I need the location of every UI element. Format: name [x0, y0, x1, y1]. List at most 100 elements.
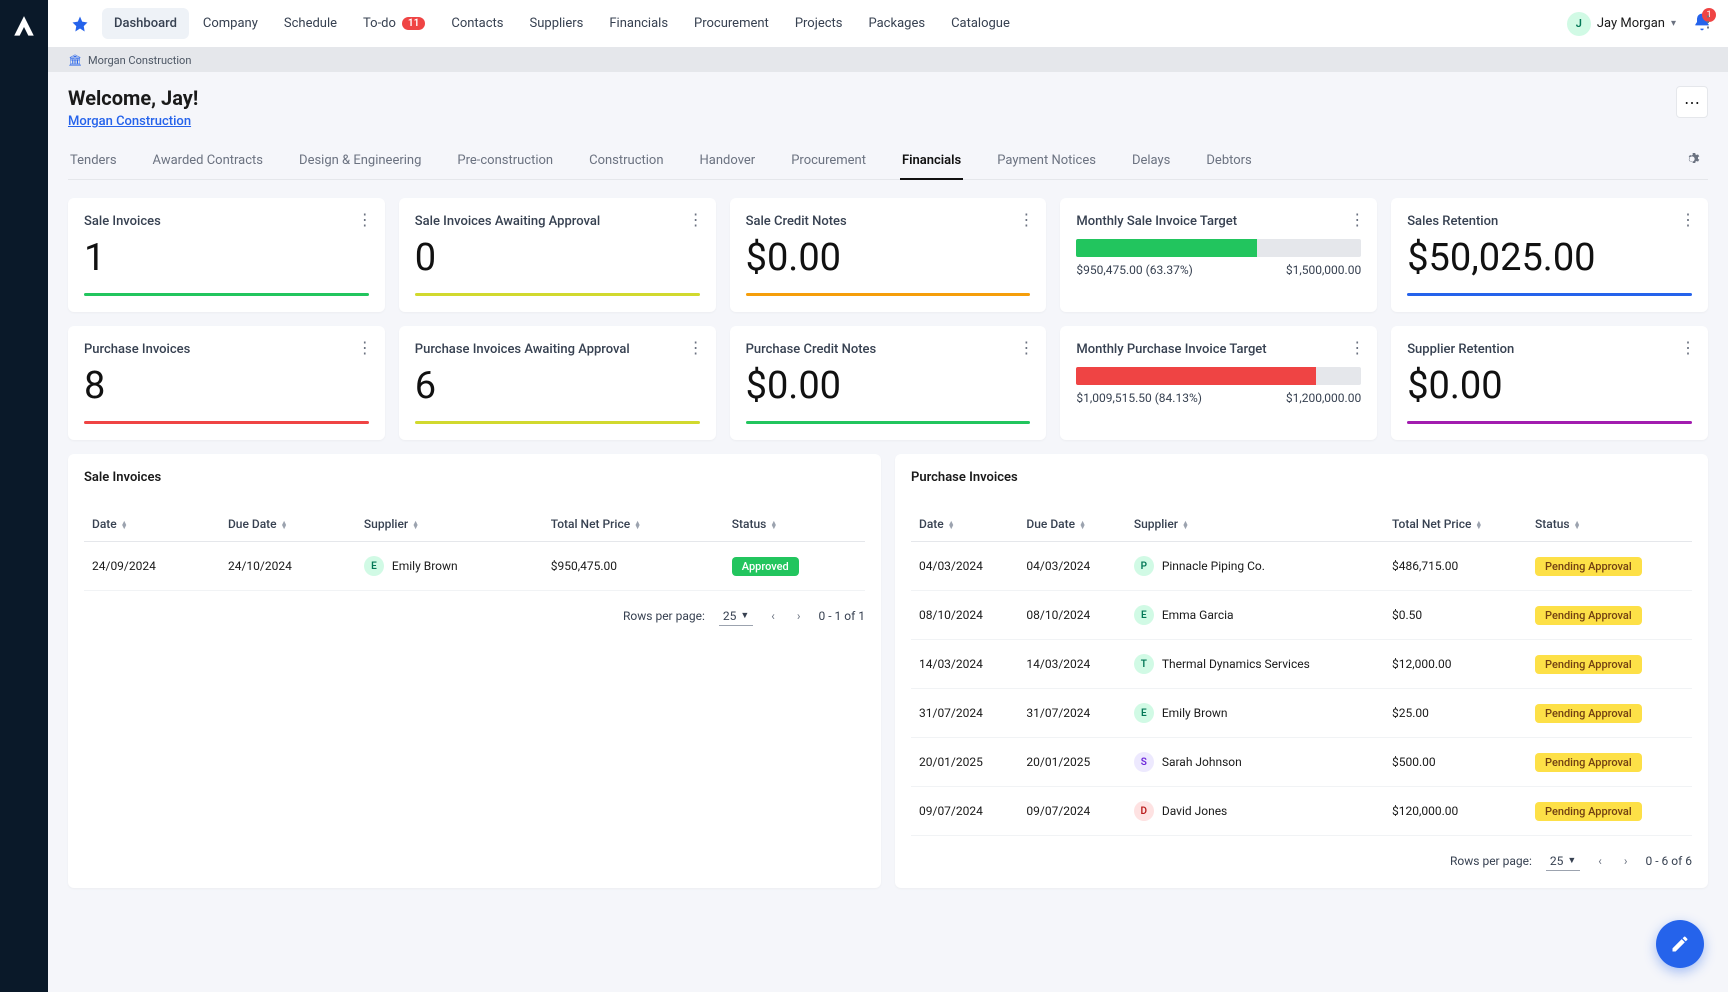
- progress-right: $1,500,000.00: [1286, 263, 1361, 277]
- nav-to-do[interactable]: To-do11: [351, 8, 437, 39]
- tab-debtors[interactable]: Debtors: [1204, 143, 1253, 180]
- card-menu[interactable]: ⋮: [1018, 210, 1034, 229]
- card-accent-bar: [746, 293, 1031, 296]
- pager-size-select[interactable]: 25 ▼: [1546, 852, 1580, 871]
- card-title: Purchase Invoices: [84, 342, 369, 357]
- nav-contacts[interactable]: Contacts: [439, 8, 515, 39]
- sort-icon[interactable]: ▲▼: [770, 521, 777, 529]
- table-row[interactable]: 09/07/202409/07/2024DDavid Jones$120,000…: [911, 787, 1692, 836]
- col-date[interactable]: Date▲▼: [911, 507, 1018, 542]
- nav-schedule[interactable]: Schedule: [272, 8, 349, 39]
- card-title: Sale Invoices: [84, 214, 369, 229]
- tab-delays[interactable]: Delays: [1130, 143, 1172, 180]
- card-menu[interactable]: ⋮: [1018, 338, 1034, 357]
- pager-label: Rows per page:: [1450, 854, 1532, 868]
- col-total-net-price[interactable]: Total Net Price▲▼: [543, 507, 724, 542]
- tab-pre-construction[interactable]: Pre-construction: [455, 143, 555, 180]
- pager-prev[interactable]: ‹: [1594, 850, 1606, 872]
- app-logo-icon[interactable]: [11, 14, 37, 44]
- card-menu[interactable]: ⋮: [357, 210, 373, 229]
- nav-financials[interactable]: Financials: [597, 8, 680, 39]
- tab-procurement[interactable]: Procurement: [789, 143, 868, 180]
- purchase-invoices-menu[interactable]: ⋮: [1700, 12, 1716, 31]
- sort-icon[interactable]: ▲▼: [1079, 521, 1086, 529]
- favorite-star-button[interactable]: [64, 8, 96, 40]
- breadcrumb-company[interactable]: Morgan Construction: [88, 54, 191, 67]
- header-more-button[interactable]: ⋯: [1676, 86, 1708, 118]
- sort-icon[interactable]: ▲▼: [1574, 521, 1581, 529]
- sort-icon[interactable]: ▲▼: [412, 521, 419, 529]
- sort-icon[interactable]: ▲▼: [948, 521, 955, 529]
- sort-icon[interactable]: ▲▼: [121, 521, 128, 529]
- nav-company[interactable]: Company: [191, 8, 270, 39]
- pager-next[interactable]: ›: [793, 605, 805, 627]
- card-supplier-retention: Supplier Retention⋮$0.00: [1391, 326, 1708, 440]
- col-due-date[interactable]: Due Date▲▼: [1018, 507, 1125, 542]
- table-row[interactable]: 08/10/202408/10/2024EEmma Garcia$0.50Pen…: [911, 591, 1692, 640]
- pager-prev[interactable]: ‹: [767, 605, 779, 627]
- tab-financials[interactable]: Financials: [900, 143, 963, 180]
- col-status[interactable]: Status▲▼: [1527, 507, 1692, 542]
- dots-horizontal-icon: ⋯: [1684, 93, 1700, 112]
- card-menu[interactable]: ⋮: [1349, 338, 1365, 357]
- nav-catalogue[interactable]: Catalogue: [939, 8, 1022, 39]
- tabs-settings-button[interactable]: [1676, 143, 1708, 179]
- card-menu[interactable]: ⋮: [1349, 210, 1365, 229]
- cell-net: $486,715.00: [1384, 542, 1527, 591]
- chevron-down-icon: ▼: [1567, 855, 1576, 866]
- sort-icon[interactable]: ▲▼: [1182, 521, 1189, 529]
- status-badge: Pending Approval: [1535, 802, 1642, 821]
- pager-next[interactable]: ›: [1620, 850, 1632, 872]
- table-row[interactable]: 20/01/202520/01/2025SSarah Johnson$500.0…: [911, 738, 1692, 787]
- cell-date: 09/07/2024: [911, 787, 1018, 836]
- building-icon: 🏛: [68, 54, 82, 67]
- status-badge: Pending Approval: [1535, 655, 1642, 674]
- card-menu[interactable]: ⋮: [688, 210, 704, 229]
- nav-packages[interactable]: Packages: [856, 8, 937, 39]
- card-purchase-invoices: Purchase Invoices⋮8: [68, 326, 385, 440]
- tab-design-engineering[interactable]: Design & Engineering: [297, 143, 423, 180]
- table-row[interactable]: 31/07/202431/07/2024EEmily Brown$25.00Pe…: [911, 689, 1692, 738]
- tab-tenders[interactable]: Tenders: [68, 143, 119, 180]
- status-badge: Approved: [732, 557, 799, 576]
- card-menu[interactable]: ⋮: [1680, 210, 1696, 229]
- tab-handover[interactable]: Handover: [698, 143, 758, 180]
- col-supplier[interactable]: Supplier▲▼: [1126, 507, 1384, 542]
- table-row[interactable]: 24/09/202424/10/2024EEmily Brown$950,475…: [84, 542, 865, 591]
- user-name: Jay Morgan: [1597, 16, 1665, 31]
- col-due-date[interactable]: Due Date▲▼: [220, 507, 356, 542]
- cell-date: 04/03/2024: [911, 542, 1018, 591]
- page-title: Welcome, Jay!: [68, 86, 198, 110]
- cell-date: 08/10/2024: [911, 591, 1018, 640]
- tab-construction[interactable]: Construction: [587, 143, 665, 180]
- nav-dashboard[interactable]: Dashboard: [102, 8, 189, 39]
- nav-suppliers[interactable]: Suppliers: [518, 8, 596, 39]
- nav-projects[interactable]: Projects: [783, 8, 855, 39]
- user-menu[interactable]: J Jay Morgan ▾: [1567, 12, 1676, 36]
- card-menu[interactable]: ⋮: [1680, 338, 1696, 357]
- user-avatar: J: [1567, 12, 1591, 36]
- sort-icon[interactable]: ▲▼: [634, 521, 641, 529]
- table-row[interactable]: 04/03/202404/03/2024PPinnacle Piping Co.…: [911, 542, 1692, 591]
- sort-icon[interactable]: ▲▼: [1475, 521, 1482, 529]
- sort-icon[interactable]: ▲▼: [281, 521, 288, 529]
- tab-payment-notices[interactable]: Payment Notices: [995, 143, 1098, 180]
- card-value: $50,025.00: [1407, 239, 1692, 277]
- table-row[interactable]: 14/03/202414/03/2024TThermal Dynamics Se…: [911, 640, 1692, 689]
- card-menu[interactable]: ⋮: [357, 338, 373, 357]
- col-date[interactable]: Date▲▼: [84, 507, 220, 542]
- pager-range: 0 - 1 of 1: [819, 609, 865, 623]
- company-link[interactable]: Morgan Construction: [68, 114, 191, 129]
- tab-awarded-contracts[interactable]: Awarded Contracts: [151, 143, 265, 180]
- nav-procurement[interactable]: Procurement: [682, 8, 781, 39]
- fab-edit-button[interactable]: [1656, 920, 1704, 968]
- card-menu[interactable]: ⋮: [688, 338, 704, 357]
- pager-size-select[interactable]: 25 ▼: [719, 607, 753, 626]
- cell-status: Pending Approval: [1527, 542, 1692, 591]
- card-accent-bar: [415, 421, 700, 424]
- col-status[interactable]: Status▲▼: [724, 507, 865, 542]
- col-total-net-price[interactable]: Total Net Price▲▼: [1384, 507, 1527, 542]
- card-title: Purchase Invoices Awaiting Approval: [415, 342, 700, 357]
- cell-net: $25.00: [1384, 689, 1527, 738]
- col-supplier[interactable]: Supplier▲▼: [356, 507, 543, 542]
